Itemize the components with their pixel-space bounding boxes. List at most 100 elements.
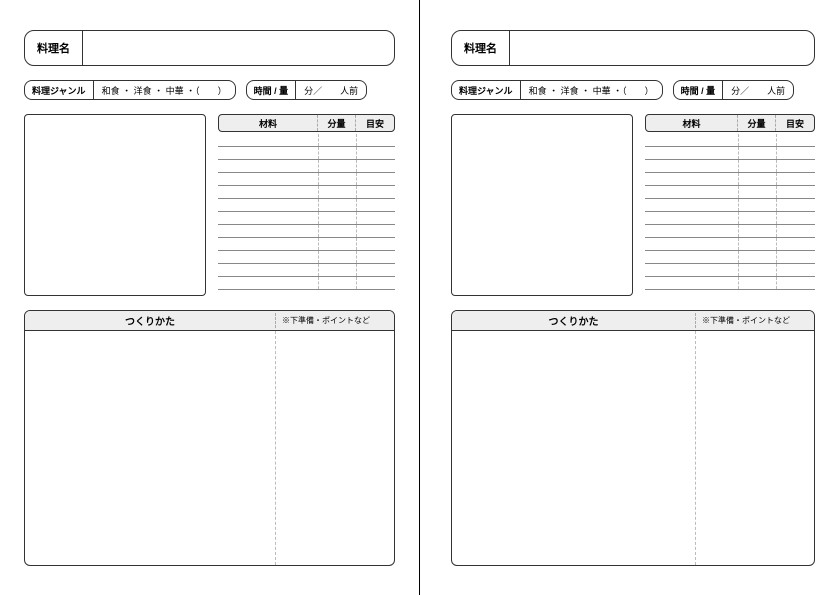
guide-cell[interactable] <box>777 238 815 250</box>
portion-cell[interactable] <box>739 264 777 276</box>
time-field[interactable]: 時間 / 量 分／ 人前 <box>673 80 795 100</box>
portion-cell[interactable] <box>739 277 777 289</box>
guide-cell[interactable] <box>777 199 815 211</box>
ingredient-cell[interactable] <box>218 173 319 185</box>
howto-sub-area[interactable] <box>276 331 394 565</box>
ingredient-cell[interactable] <box>218 199 319 211</box>
portion-cell[interactable] <box>739 225 777 237</box>
ingredient-cell[interactable] <box>645 147 739 159</box>
guide-cell[interactable] <box>357 264 395 276</box>
portion-cell[interactable] <box>319 173 357 185</box>
guide-cell[interactable] <box>777 147 815 159</box>
ingredient-row[interactable] <box>218 251 395 264</box>
ingredient-row[interactable] <box>218 160 395 173</box>
ingredient-cell[interactable] <box>218 251 319 263</box>
ingredient-row[interactable] <box>645 264 815 277</box>
ingredient-row[interactable] <box>218 147 395 160</box>
portion-cell[interactable] <box>739 251 777 263</box>
portion-cell[interactable] <box>739 134 777 146</box>
guide-cell[interactable] <box>357 134 395 146</box>
ingredient-cell[interactable] <box>218 277 319 289</box>
portion-cell[interactable] <box>739 199 777 211</box>
ingredient-cell[interactable] <box>645 186 739 198</box>
time-field[interactable]: 時間 / 量 分／ 人前 <box>246 80 368 100</box>
portion-cell[interactable] <box>739 212 777 224</box>
genre-field[interactable]: 料理ジャンル 和食 ・ 洋食 ・ 中華 ・（ ） <box>451 80 663 100</box>
ingredient-row[interactable] <box>218 225 395 238</box>
portion-cell[interactable] <box>739 173 777 185</box>
portion-cell[interactable] <box>319 199 357 211</box>
portion-cell[interactable] <box>319 251 357 263</box>
ingredient-row[interactable] <box>645 160 815 173</box>
portion-cell[interactable] <box>319 212 357 224</box>
ingredient-cell[interactable] <box>645 225 739 237</box>
guide-cell[interactable] <box>777 160 815 172</box>
guide-cell[interactable] <box>357 212 395 224</box>
ingredient-cell[interactable] <box>218 160 319 172</box>
howto-body[interactable] <box>25 331 394 565</box>
ingredient-cell[interactable] <box>218 225 319 237</box>
ingredient-row[interactable] <box>218 199 395 212</box>
ingredient-cell[interactable] <box>645 160 739 172</box>
portion-cell[interactable] <box>319 160 357 172</box>
portion-cell[interactable] <box>319 186 357 198</box>
ingredient-row[interactable] <box>645 147 815 160</box>
ingredient-row[interactable] <box>645 225 815 238</box>
guide-cell[interactable] <box>357 225 395 237</box>
guide-cell[interactable] <box>357 173 395 185</box>
recipe-name-value[interactable] <box>83 31 394 65</box>
howto-sub-area[interactable] <box>696 331 814 565</box>
ingredient-cell[interactable] <box>218 147 319 159</box>
genre-field[interactable]: 料理ジャンル 和食 ・ 洋食 ・ 中華 ・（ ） <box>24 80 236 100</box>
ingredient-cell[interactable] <box>218 238 319 250</box>
ingredient-cell[interactable] <box>645 251 739 263</box>
guide-cell[interactable] <box>357 251 395 263</box>
ingredient-row[interactable] <box>645 199 815 212</box>
guide-cell[interactable] <box>777 225 815 237</box>
guide-cell[interactable] <box>357 238 395 250</box>
portion-cell[interactable] <box>319 238 357 250</box>
ingredient-row[interactable] <box>218 238 395 251</box>
ingredient-cell[interactable] <box>218 134 319 146</box>
guide-cell[interactable] <box>357 186 395 198</box>
howto-main-area[interactable] <box>452 331 696 565</box>
ingredient-row[interactable] <box>218 134 395 147</box>
portion-cell[interactable] <box>319 147 357 159</box>
ingredient-cell[interactable] <box>218 186 319 198</box>
photo-box[interactable] <box>451 114 633 296</box>
ingredient-row[interactable] <box>645 251 815 264</box>
portion-cell[interactable] <box>739 238 777 250</box>
ingredient-cell[interactable] <box>218 212 319 224</box>
guide-cell[interactable] <box>777 251 815 263</box>
portion-cell[interactable] <box>319 264 357 276</box>
ingredient-row[interactable] <box>218 186 395 199</box>
guide-cell[interactable] <box>777 186 815 198</box>
ingredient-cell[interactable] <box>645 277 739 289</box>
howto-main-area[interactable] <box>25 331 276 565</box>
howto-body[interactable] <box>452 331 814 565</box>
recipe-name-field[interactable]: 料理名 <box>451 30 815 66</box>
portion-cell[interactable] <box>319 134 357 146</box>
portion-cell[interactable] <box>319 277 357 289</box>
ingredient-row[interactable] <box>218 173 395 186</box>
photo-box[interactable] <box>24 114 206 296</box>
ingredient-row[interactable] <box>645 134 815 147</box>
guide-cell[interactable] <box>777 212 815 224</box>
ingredient-cell[interactable] <box>645 264 739 276</box>
ingredient-row[interactable] <box>218 264 395 277</box>
ingredient-row[interactable] <box>218 277 395 290</box>
ingredient-row[interactable] <box>645 173 815 186</box>
portion-cell[interactable] <box>739 147 777 159</box>
ingredient-cell[interactable] <box>645 212 739 224</box>
guide-cell[interactable] <box>777 277 815 289</box>
guide-cell[interactable] <box>777 264 815 276</box>
guide-cell[interactable] <box>357 277 395 289</box>
ingredient-row[interactable] <box>218 212 395 225</box>
portion-cell[interactable] <box>319 225 357 237</box>
recipe-name-field[interactable]: 料理名 <box>24 30 395 66</box>
portion-cell[interactable] <box>739 186 777 198</box>
ingredient-cell[interactable] <box>645 199 739 211</box>
portion-cell[interactable] <box>739 160 777 172</box>
guide-cell[interactable] <box>777 173 815 185</box>
ingredient-cell[interactable] <box>218 264 319 276</box>
